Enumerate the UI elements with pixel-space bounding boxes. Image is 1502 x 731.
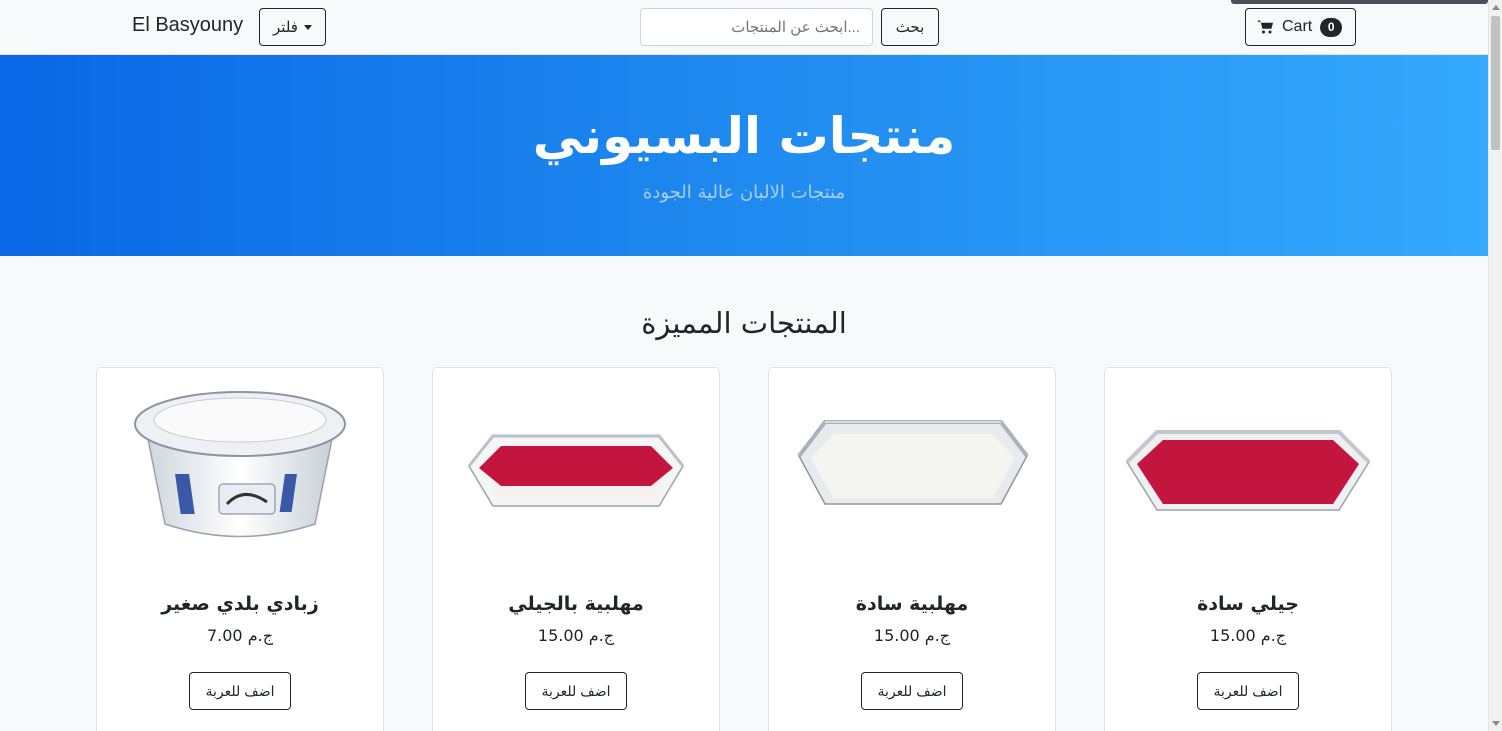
- add-to-cart-button[interactable]: اضف للعربة: [861, 672, 963, 710]
- product-name: مهلبية سادة: [855, 593, 969, 615]
- product-image-jelly-dish: [1125, 430, 1371, 511]
- product-name: مهلبية بالجيلي: [508, 593, 644, 615]
- product-price: ج.م 15.00: [1209, 626, 1287, 645]
- navbar: El Basyouny فلتر بحث Cart 0: [0, 0, 1488, 55]
- brand-logo[interactable]: El Basyouny: [132, 14, 243, 37]
- cart-button[interactable]: Cart 0: [1245, 8, 1356, 46]
- vertical-scrollbar[interactable]: [1488, 0, 1502, 731]
- add-to-cart-button[interactable]: اضف للعربة: [189, 672, 291, 710]
- product-card: مهلبية بالجيلي ج.م 15.00 اضف للعربة: [432, 367, 720, 731]
- cart-icon: [1258, 20, 1273, 34]
- product-card: مهلبية سادة ج.م 15.00 اضف للعربة: [768, 367, 1056, 731]
- top-strip: [1231, 0, 1488, 4]
- search-input[interactable]: [640, 8, 873, 46]
- product-price: ج.م 15.00: [537, 626, 615, 645]
- hero-title: منتجات البسيوني: [532, 107, 956, 165]
- cart-count-badge: 0: [1320, 17, 1343, 37]
- hero-subtitle: منتجات الالبان عالية الجودة: [642, 182, 846, 203]
- product-image-yogurt-cup: [134, 391, 346, 538]
- product-card: زبادي بلدي صغير ج.م 7.00 اضف للعربة: [96, 367, 384, 731]
- scrollbar-thumb[interactable]: [1491, 16, 1500, 150]
- hero-banner: منتجات البسيوني منتجات الالبان عالية الج…: [0, 55, 1488, 256]
- product-price: ج.م 7.00: [206, 626, 274, 645]
- product-image-muhallabia-plain-dish: [797, 420, 1029, 505]
- product-card: جيلي سادة ج.م 15.00 اضف للعربة: [1104, 367, 1392, 731]
- filter-label: فلتر: [273, 19, 298, 36]
- add-to-cart-button[interactable]: اضف للعربة: [525, 672, 627, 710]
- featured-heading: المنتجات المميزة: [641, 306, 847, 340]
- search-button[interactable]: بحث: [881, 8, 939, 46]
- cart-label: Cart: [1282, 18, 1313, 35]
- add-to-cart-button[interactable]: اضف للعربة: [1197, 672, 1299, 710]
- chevron-down-icon: [303, 24, 312, 30]
- scroll-up-arrow-icon[interactable]: [1492, 5, 1500, 10]
- filter-dropdown-button[interactable]: فلتر: [259, 8, 326, 46]
- scroll-down-arrow-icon[interactable]: [1492, 721, 1500, 726]
- product-image-muhallabia-jelly-dish: [467, 434, 685, 507]
- product-name: جيلي سادة: [1197, 593, 1299, 615]
- product-price: ج.م 15.00: [873, 626, 951, 645]
- product-name: زبادي بلدي صغير: [161, 593, 319, 615]
